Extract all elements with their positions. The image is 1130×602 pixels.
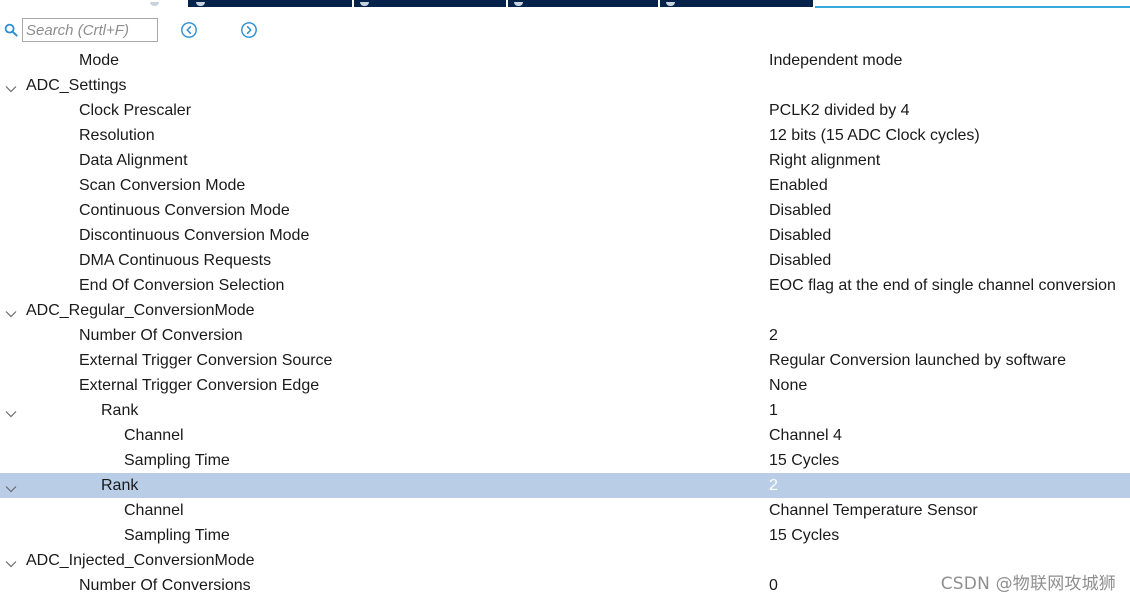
- parameter-name: Rank: [101, 402, 139, 419]
- parameter-value[interactable]: Enabled: [769, 173, 828, 198]
- parameter-name: Number Of Conversions: [79, 577, 251, 594]
- tree-row[interactable]: Number Of Conversion 2: [0, 323, 1130, 348]
- parameter-name: Resolution: [79, 127, 155, 144]
- search-input[interactable]: [22, 18, 158, 42]
- parameter-name: Scan Conversion Mode: [79, 177, 246, 194]
- parameter-value[interactable]: Right alignment: [769, 148, 880, 173]
- tree-row[interactable]: Discontinuous Conversion Mode Disabled: [0, 223, 1130, 248]
- tree-row[interactable]: End Of Conversion Selection EOC flag at t…: [0, 273, 1130, 298]
- parameter-tree: Mode Independent mode ADC_Settings Clock Pr…: [0, 48, 1130, 598]
- tree-row[interactable]: Channel Channel 4: [0, 423, 1130, 448]
- tree-group-row[interactable]: ADC_Regular_ConversionMode: [0, 298, 1130, 323]
- parameter-value[interactable]: 2: [769, 323, 778, 348]
- tab-parameter-settings[interactable]: [0, 0, 190, 7]
- tab-strip: [0, 0, 1130, 8]
- parameter-value[interactable]: 15 Cycles: [769, 448, 839, 473]
- tree-row[interactable]: Continuous Conversion Mode Disabled: [0, 198, 1130, 223]
- parameter-name: ADC_Regular_ConversionMode: [26, 302, 255, 319]
- search-icon: [4, 23, 18, 37]
- chevron-down-icon[interactable]: [4, 79, 18, 93]
- parameter-value[interactable]: Channel 4: [769, 423, 842, 448]
- parameter-name: Continuous Conversion Mode: [79, 202, 290, 219]
- tab-gpio-settings[interactable]: [660, 0, 815, 7]
- parameter-value[interactable]: 15 Cycles: [769, 523, 839, 548]
- adc-configuration-panel: Mode Independent mode ADC_Settings Clock Pr…: [0, 0, 1130, 602]
- parameter-name: External Trigger Conversion Edge: [79, 377, 320, 394]
- next-match-icon[interactable]: [240, 21, 258, 39]
- parameter-name: Channel: [124, 427, 184, 444]
- parameter-name: Clock Prescaler: [79, 102, 192, 119]
- parameter-name: DMA Continuous Requests: [79, 252, 272, 269]
- parameter-name: ADC_Injected_ConversionMode: [26, 552, 255, 569]
- tree-row[interactable]: External Trigger Conversion Source Regula…: [0, 348, 1130, 373]
- parameter-name: Data Alignment: [79, 152, 188, 169]
- chevron-down-icon[interactable]: [4, 554, 18, 568]
- parameter-value[interactable]: PCLK2 divided by 4: [769, 98, 910, 123]
- tree-group-row[interactable]: ADC_Settings: [0, 73, 1130, 98]
- parameter-value[interactable]: 2: [769, 473, 778, 498]
- parameter-value[interactable]: Independent mode: [769, 48, 902, 73]
- previous-match-icon[interactable]: [180, 21, 198, 39]
- parameter-name: Sampling Time: [124, 452, 230, 469]
- parameter-value[interactable]: Disabled: [769, 223, 831, 248]
- tree-row[interactable]: DMA Continuous Requests Disabled: [0, 248, 1130, 273]
- parameter-value[interactable]: 0: [769, 573, 778, 598]
- parameter-name: ADC_Settings: [26, 77, 127, 94]
- parameter-value[interactable]: Disabled: [769, 198, 831, 223]
- parameter-value[interactable]: EOC flag at the end of single channel co…: [769, 273, 1116, 298]
- chevron-down-icon[interactable]: [4, 404, 18, 418]
- parameter-value[interactable]: None: [769, 373, 807, 398]
- watermark: CSDN @物联网攻城狮: [940, 574, 1116, 594]
- parameter-value[interactable]: Disabled: [769, 248, 831, 273]
- parameter-value[interactable]: 1: [769, 398, 778, 423]
- tab-dma-settings[interactable]: [508, 0, 660, 7]
- tree-row[interactable]: Mode Independent mode: [0, 48, 1130, 73]
- tree-row[interactable]: Resolution 12 bits (15 ADC Clock cycles): [0, 123, 1130, 148]
- tab-nvic-settings[interactable]: [354, 0, 508, 7]
- parameter-name: Sampling Time: [124, 527, 230, 544]
- search-toolbar: [0, 17, 1130, 45]
- tree-row[interactable]: Data Alignment Right alignment: [0, 148, 1130, 173]
- parameter-name: Number Of Conversion: [79, 327, 243, 344]
- tree-row[interactable]: Rank 1: [0, 398, 1130, 423]
- tab-underline: [815, 6, 1130, 8]
- tree-row[interactable]: Channel Channel Temperature Sensor: [0, 498, 1130, 523]
- tab-user-constants[interactable]: [190, 0, 354, 7]
- tab-bar: [0, 0, 815, 7]
- chevron-down-icon[interactable]: [4, 304, 18, 318]
- tree-row[interactable]: Scan Conversion Mode Enabled: [0, 173, 1130, 198]
- tree-row[interactable]: Clock Prescaler PCLK2 divided by 4: [0, 98, 1130, 123]
- chevron-down-icon[interactable]: [4, 479, 18, 493]
- tree-row[interactable]: Sampling Time 15 Cycles: [0, 448, 1130, 473]
- parameter-name: External Trigger Conversion Source: [79, 352, 333, 369]
- tree-row[interactable]: External Trigger Conversion Edge None: [0, 373, 1130, 398]
- parameter-name: Mode: [79, 52, 120, 69]
- parameter-name: Discontinuous Conversion Mode: [79, 227, 310, 244]
- tree-row[interactable]: Sampling Time 15 Cycles: [0, 523, 1130, 548]
- tree-row[interactable]: Rank 2: [0, 473, 1130, 498]
- parameter-value[interactable]: 12 bits (15 ADC Clock cycles): [769, 123, 980, 148]
- parameter-value[interactable]: Channel Temperature Sensor: [769, 498, 978, 523]
- parameter-name: End Of Conversion Selection: [79, 277, 285, 294]
- parameter-name: Channel: [124, 502, 184, 519]
- parameter-value[interactable]: Regular Conversion launched by software: [769, 348, 1066, 373]
- parameter-name: Rank: [101, 477, 139, 494]
